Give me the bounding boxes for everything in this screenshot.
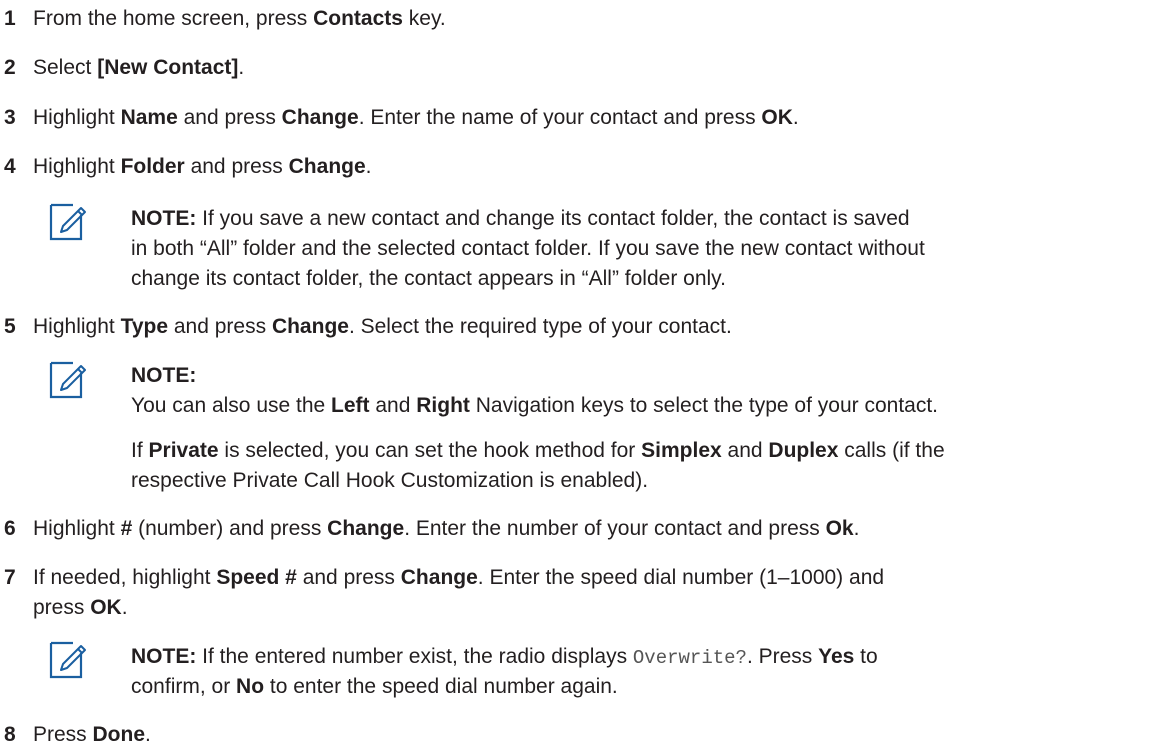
step-number: 1 — [4, 7, 16, 30]
step-number: 7 — [4, 566, 16, 589]
note-pencil-icon — [48, 640, 88, 680]
step-text: From the home screen, press Contacts key… — [33, 7, 446, 30]
step-number: 2 — [4, 56, 16, 79]
step-number: 4 — [4, 155, 16, 178]
step-text: Highlight Type and press Change. Select … — [33, 315, 732, 338]
step-text: Press Done. — [33, 723, 151, 746]
step-number: 6 — [4, 517, 16, 540]
step-text: If needed, highlight Speed # and press C… — [33, 566, 885, 589]
step-number: 5 — [4, 315, 16, 338]
note-pencil-icon — [48, 202, 88, 242]
step-number: 8 — [4, 723, 16, 746]
step-text: Highlight Folder and press Change. — [33, 155, 372, 178]
step-number: 3 — [4, 106, 16, 129]
step-text: Select [New Contact]. — [33, 56, 245, 79]
procedure-document: 1 From the home screen, press Contacts k… — [0, 0, 1174, 746]
note-pencil-icon — [48, 360, 88, 400]
step-text: Highlight # (number) and press Change. E… — [33, 517, 860, 540]
step-text: Highlight Name and press Change. Enter t… — [33, 106, 799, 129]
